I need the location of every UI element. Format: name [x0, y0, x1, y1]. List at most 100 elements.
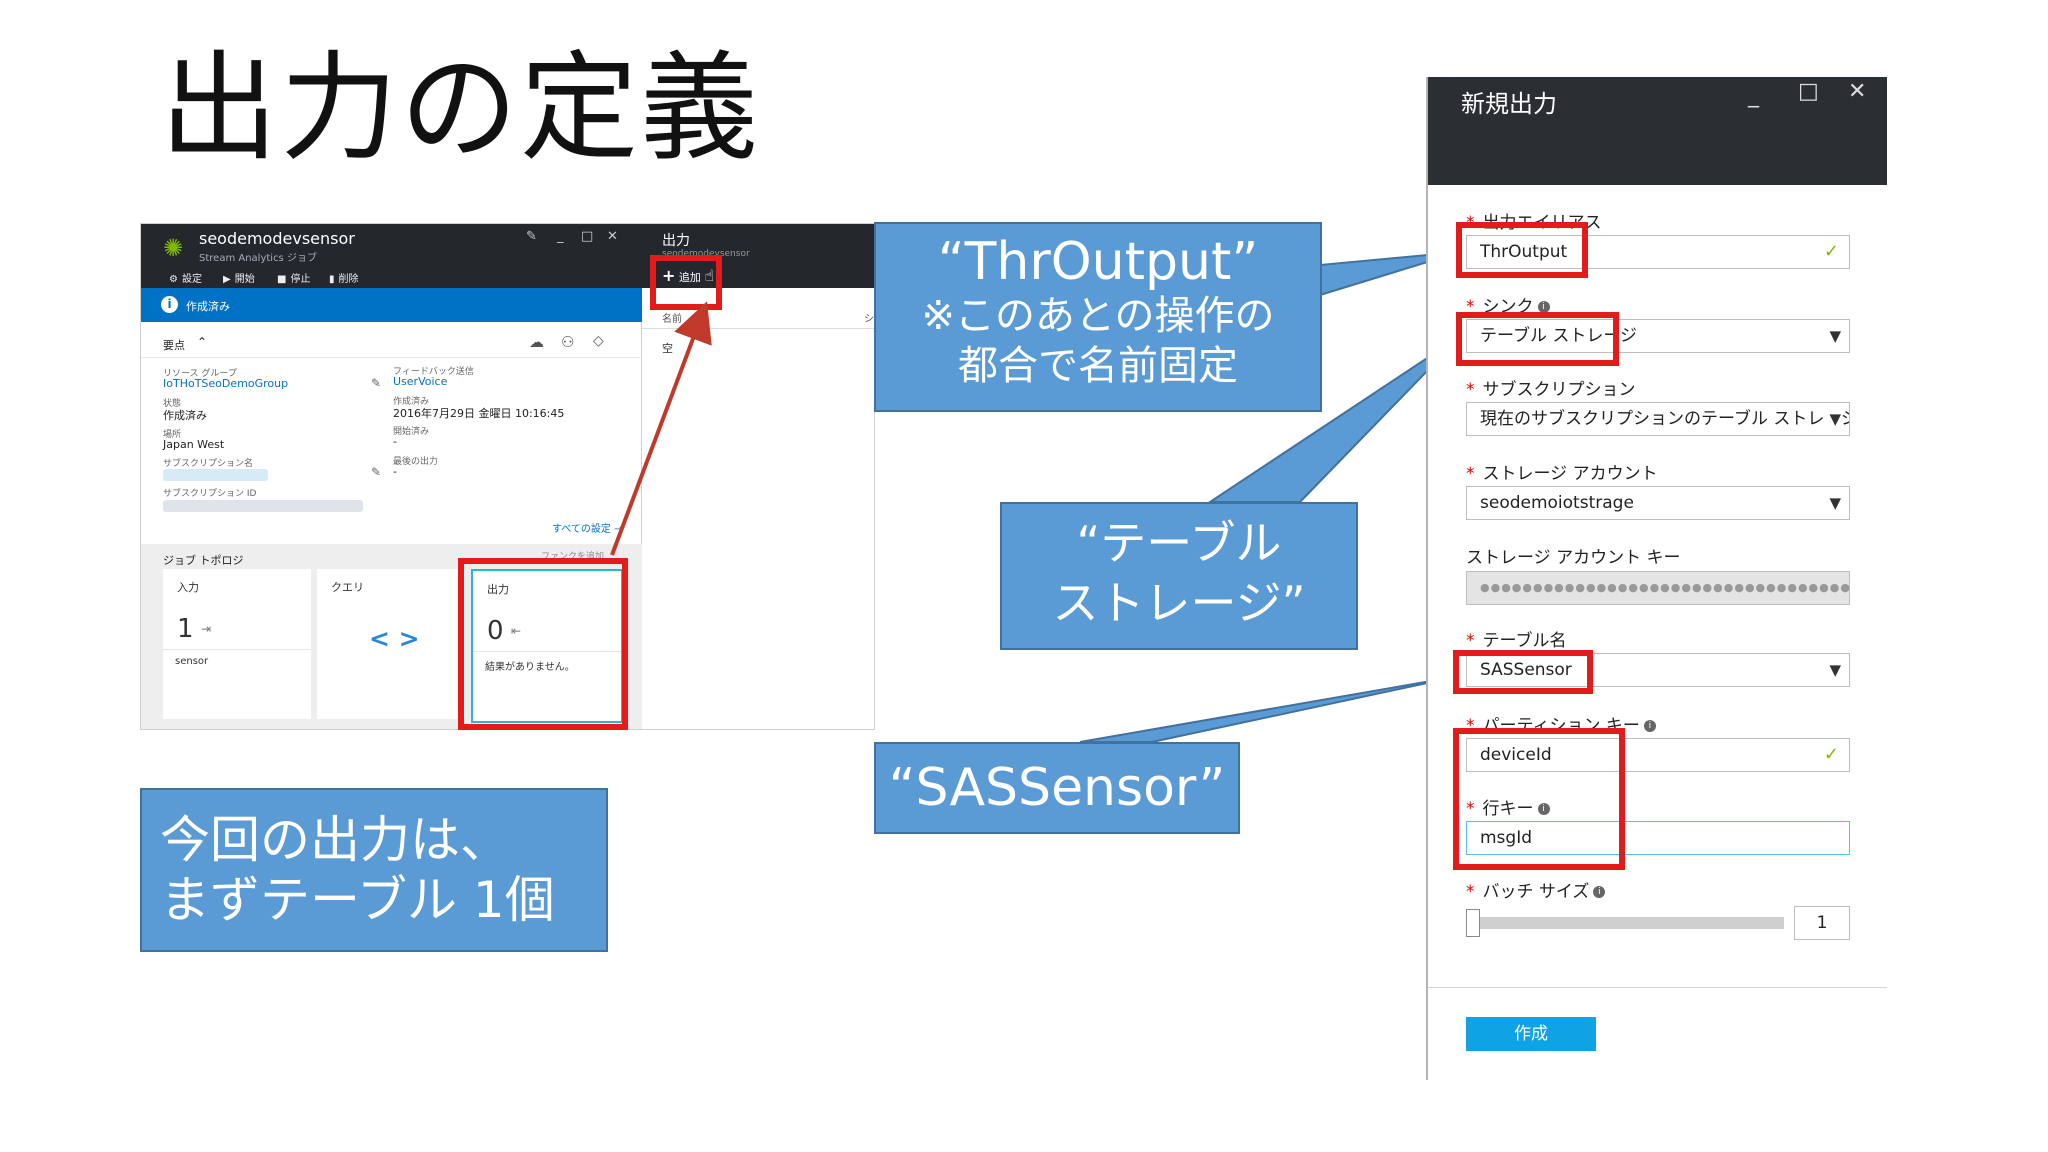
started-label: 開始済み	[393, 427, 430, 437]
callout-summary: 今回の出力は、 まずテーブル 1個	[140, 788, 608, 952]
batch-size-slider-track[interactable]	[1466, 917, 1784, 929]
highlight-add-button	[650, 255, 722, 310]
maximize-icon[interactable]: □	[1798, 79, 1819, 104]
callout-table-storage-line1: “テーブル	[1076, 516, 1282, 570]
minimize-icon[interactable]: _	[1748, 83, 1759, 108]
callout-throutput-line2: ※このあとの操作の	[921, 293, 1275, 340]
chevron-down-icon: ▼	[1825, 403, 1841, 435]
input-count: 1	[177, 614, 194, 644]
input-icon: ⇥	[201, 622, 212, 636]
outputs-blade-title: 出力	[662, 233, 690, 249]
edit-icon[interactable]: ✎	[371, 465, 381, 479]
chevron-down-icon: ▼	[1829, 661, 1841, 679]
new-output-title: 新規出力	[1461, 90, 1557, 118]
callout-table-storage: “テーブル ストレージ”	[1000, 502, 1358, 650]
resource-group-link[interactable]: IoTHoTSeoDemoGroup	[163, 377, 288, 390]
subscription-name-label: サブスクリプション名	[163, 459, 254, 469]
chevron-down-icon: ▼	[1829, 494, 1841, 512]
status-value: 作成済み	[163, 409, 207, 422]
stream-analytics-icon: ✺	[163, 234, 184, 262]
callout-summary-line1: 今回の出力は、	[160, 811, 510, 869]
close-icon[interactable]: ✕	[607, 229, 618, 244]
created-value: 2016年7月29日 金曜日 10:16:45	[393, 407, 565, 420]
subscription-select[interactable]: 現在のサブスクリプションのテーブル ストレージを… ▼	[1466, 402, 1850, 436]
maximize-icon[interactable]: □	[581, 229, 593, 244]
highlight-keys	[1453, 728, 1625, 870]
feedback-link[interactable]: UserVoice	[393, 375, 447, 388]
start-button[interactable]: ▶ 開始	[223, 270, 255, 285]
all-settings-link[interactable]: すべての設定 →	[552, 520, 622, 535]
storage-key-label: ストレージ アカウント キー	[1466, 548, 1681, 568]
users-icon[interactable]: ⚇	[561, 333, 574, 351]
settings-button[interactable]: ⚙ 設定	[169, 270, 202, 285]
job-toolbar: ⚙ 設定 ▶ 開始 ■ 停止 ▮ 削除	[141, 266, 642, 288]
minimize-icon[interactable]: _	[557, 229, 564, 244]
delete-button[interactable]: ▮ 削除	[329, 270, 359, 285]
gear-icon: ⚙	[169, 274, 178, 285]
batch-size-slider-thumb[interactable]	[1466, 909, 1480, 937]
job-name: seodemodevsensor	[199, 229, 355, 248]
trash-icon: ▮	[329, 274, 335, 285]
callout-throutput-line1: “ThrOutput”	[937, 232, 1259, 292]
new-output-header: 新規出力 _ □ ✕	[1428, 77, 1887, 185]
callout-sassensor-line1: “SASSensor”	[888, 758, 1226, 818]
callout-throutput-line3: 都合で名前固定	[958, 343, 1238, 390]
callout-summary-line2: まずテーブル 1個	[160, 871, 555, 929]
query-tile-title: クエリ	[331, 581, 364, 594]
highlight-sink	[1456, 312, 1619, 366]
input-tile-title: 入力	[177, 581, 199, 594]
essentials-header[interactable]: 要点 ⌃ ☁ ⚇ ◇	[141, 330, 642, 358]
close-icon[interactable]: ✕	[1848, 79, 1866, 104]
storage-account-select[interactable]: seodemoiotstrage ▼	[1466, 486, 1850, 520]
column-sink-header: シ	[864, 314, 874, 325]
check-icon: ✓	[1823, 744, 1839, 765]
status-text: 作成済み	[186, 300, 230, 313]
table-name-label: * テーブル名	[1466, 631, 1567, 651]
chevron-down-icon: ▼	[1829, 327, 1841, 345]
started-value: -	[393, 435, 397, 448]
callout-pointer-sassensor	[1079, 675, 1461, 743]
highlight-alias	[1456, 222, 1588, 278]
query-tile[interactable]: クエリ < >	[317, 569, 465, 719]
divider	[1428, 987, 1887, 988]
job-blade-header: ✺ seodemodevsensor Stream Analytics ジョブ …	[141, 224, 642, 288]
input-tile[interactable]: 入力 1 ⇥ sensor	[163, 569, 311, 719]
subscription-id-redacted	[163, 500, 363, 512]
highlight-table-name	[1453, 650, 1593, 694]
edit-icon[interactable]: ✎	[371, 376, 381, 390]
column-name-header: 名前	[662, 314, 682, 325]
subscription-name-redacted	[163, 469, 268, 481]
location-value: Japan West	[163, 438, 225, 451]
code-icon: < >	[369, 624, 420, 653]
highlight-output-tile	[458, 558, 628, 730]
storage-key-input: ●●●●●●●●●●●●●●●●●●●●●●●●●●●●●●●●●●●	[1466, 571, 1850, 605]
subscription-label: * サブスクリプション	[1466, 380, 1636, 400]
job-subtitle: Stream Analytics ジョブ	[199, 253, 317, 264]
batch-size-input[interactable]: 1	[1794, 906, 1850, 940]
storage-account-label: * ストレージ アカウント	[1466, 464, 1658, 484]
last-output-value: -	[393, 465, 397, 478]
batch-size-label: * バッチ サイズ i	[1466, 877, 1606, 902]
subscription-id-label: サブスクリプション ID	[163, 489, 257, 499]
cloud-icon[interactable]: ☁	[529, 333, 544, 351]
slide-title: 出力の定義	[160, 39, 761, 177]
info-icon: i	[1643, 720, 1656, 732]
callout-throutput: “ThrOutput” ※このあとの操作の 都合で名前固定	[874, 222, 1322, 412]
empty-row: 空	[662, 342, 673, 355]
pin-icon[interactable]: ✎	[526, 229, 537, 244]
callout-sassensor: “SASSensor”	[874, 742, 1240, 834]
stop-button[interactable]: ■ 停止	[277, 270, 310, 285]
topology-label: ジョブ トポロジ	[163, 554, 244, 567]
info-icon: i	[161, 296, 178, 313]
create-button[interactable]: 作成	[1466, 1017, 1596, 1051]
last-output-label: 最後の出力	[393, 457, 439, 467]
info-icon: i	[1593, 886, 1606, 898]
essentials-label: 要点	[163, 339, 185, 352]
play-icon: ▶	[223, 274, 231, 285]
divider	[642, 328, 874, 329]
tag-icon[interactable]: ◇	[593, 333, 604, 349]
chevron-up-icon[interactable]: ⌃	[197, 335, 207, 349]
check-icon: ✓	[1823, 241, 1839, 262]
input-foot: sensor	[163, 649, 311, 673]
callout-table-storage-line2: ストレージ”	[1052, 575, 1306, 630]
